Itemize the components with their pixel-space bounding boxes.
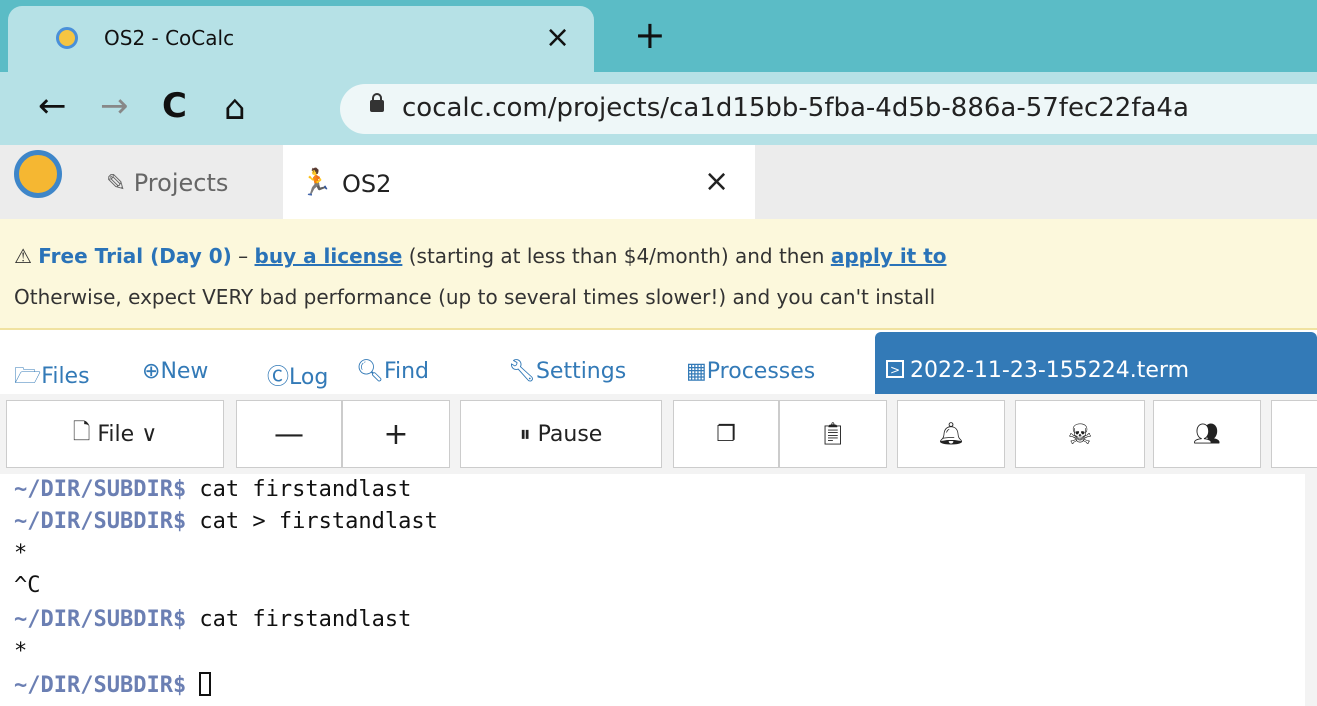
paste-icon: 📋︎ — [819, 421, 847, 447]
buy-license-link[interactable]: buy a license — [255, 244, 403, 268]
users-x-icon: 👥︎ — [1193, 421, 1221, 447]
history-icon: Ⓒ — [267, 365, 290, 390]
file-menu-button[interactable]: 🗋 File ∨ — [6, 400, 224, 468]
pause-label: Pause — [537, 421, 603, 447]
projects-tab-label: Projects — [133, 169, 229, 197]
close-project-icon[interactable]: × — [704, 164, 729, 199]
trial-banner — [0, 219, 1317, 330]
nav-processes-label: Processes — [706, 359, 816, 384]
terminal-output-text: * — [14, 541, 28, 566]
url-text[interactable]: cocalc.com/projects/ca1d15bb-5fba-4d5b-8… — [402, 93, 1189, 123]
skull-crossbones-icon: ☠ — [1067, 417, 1093, 451]
users-button[interactable]: 👥︎ — [1153, 400, 1261, 468]
terminal-prompt: ~/DIR/SUBDIR$ — [14, 477, 187, 502]
nav-log[interactable]: ⒸLog — [267, 359, 328, 391]
file-tab-label: 2022-11-23-155224.term — [910, 358, 1190, 383]
file-icon: 🗋 — [72, 420, 98, 445]
free-trial-label: Free Trial (Day 0) — [38, 244, 232, 268]
chevron-down-icon: ∨ — [134, 421, 158, 447]
nav-new-label: New — [160, 359, 209, 384]
terminal-command — [186, 673, 199, 698]
bell-button[interactable]: 🔔︎ — [897, 400, 1005, 468]
plus-circle-icon: ⊕ — [142, 359, 161, 384]
banner-dash: – — [231, 244, 255, 268]
terminal-line: ~/DIR/SUBDIR$ — [14, 670, 212, 702]
chip-icon: ▦ — [686, 359, 707, 384]
cocalc-logo-icon[interactable] — [14, 150, 62, 198]
projects-tab[interactable]: ✎ Projects — [106, 169, 228, 197]
browser-tab[interactable] — [8, 6, 594, 72]
back-arrow-icon[interactable]: ← — [38, 86, 67, 126]
home-icon[interactable]: ⌂ — [224, 88, 246, 128]
running-person-icon: 🏃 — [300, 168, 333, 198]
banner-mid-text: (starting at less than $4/month) and the… — [402, 244, 831, 268]
terminal-command: cat > firstandlast — [186, 509, 438, 534]
file-menu-label: File — [97, 421, 135, 447]
right-edge — [1305, 474, 1317, 706]
terminal-command: cat firstandlast — [186, 477, 412, 502]
paste-button[interactable]: 📋︎ — [779, 400, 887, 468]
terminal-line: ~/DIR/SUBDIR$ cat > firstandlast — [14, 506, 438, 538]
terminal-line: ~/DIR/SUBDIR$ cat firstandlast — [14, 604, 411, 636]
terminal-line: * — [14, 636, 27, 668]
banner-line-1: ⚠ Free Trial (Day 0) – buy a license (st… — [14, 244, 947, 268]
terminal-prompt: ~/DIR/SUBDIR$ — [14, 509, 187, 534]
terminal-line: ~/DIR/SUBDIR$ cat firstandlast — [14, 474, 411, 506]
minus-label: — — [274, 416, 304, 452]
apply-license-link[interactable]: apply it to — [831, 244, 947, 268]
terminal-output-text: * — [14, 639, 28, 664]
copy-icon: ❐ — [716, 421, 736, 447]
bell-icon: 🔔︎ — [937, 421, 965, 447]
kill-button[interactable]: ☠ — [1015, 400, 1145, 468]
new-tab-icon[interactable]: + — [634, 12, 666, 58]
terminal-icon: > — [886, 360, 904, 378]
nav-files[interactable]: 🗁Files — [14, 359, 90, 397]
nav-settings[interactable]: 🔧︎Settings — [508, 359, 626, 384]
terminal-prompt: ~/DIR/SUBDIR$ — [14, 673, 187, 698]
browser-tab-title: OS2 - CoCalc — [104, 26, 235, 50]
reload-icon[interactable]: C — [162, 86, 187, 126]
cocalc-favicon-icon — [56, 27, 78, 49]
warning-icon: ⚠ — [14, 244, 39, 268]
project-tab-label: OS2 — [342, 170, 392, 198]
terminal-prompt: ~/DIR/SUBDIR$ — [14, 607, 187, 632]
lock-icon[interactable] — [370, 93, 384, 112]
nav-processes[interactable]: ▦Processes — [686, 359, 815, 384]
terminal-command: cat firstandlast — [186, 607, 412, 632]
nav-find-label: Find — [383, 359, 430, 384]
wrench-icon: 🔧︎ — [508, 359, 536, 384]
nav-files-label: Files — [41, 364, 90, 389]
pencil-icon: ✎ — [106, 169, 134, 197]
nav-settings-label: Settings — [535, 359, 627, 384]
pause-button[interactable]: ⏸ Pause — [460, 400, 662, 468]
terminal-cursor — [199, 672, 212, 696]
folder-icon: 🗁 — [14, 364, 42, 389]
search-icon: 🔍︎ — [356, 359, 384, 384]
copy-button[interactable]: ❐ — [673, 400, 779, 468]
plus-label: + — [383, 416, 409, 452]
close-tab-icon[interactable]: × — [545, 18, 570, 58]
pause-icon: ⏸ — [519, 421, 538, 447]
nav-new[interactable]: ⊕New — [142, 359, 208, 384]
decrease-font-button[interactable]: — — [236, 400, 342, 468]
increase-font-button[interactable]: + — [342, 400, 450, 468]
terminal-output-text: ^C — [14, 573, 41, 598]
terminal-line: ^C — [14, 570, 41, 602]
terminal-line: * — [14, 538, 27, 570]
toolbar-extra-button[interactable] — [1271, 400, 1317, 468]
forward-arrow-icon[interactable]: → — [100, 86, 129, 126]
nav-log-label: Log — [289, 365, 329, 390]
nav-find[interactable]: 🔍︎Find — [356, 359, 429, 384]
banner-line-2: Otherwise, expect VERY bad performance (… — [14, 285, 936, 309]
